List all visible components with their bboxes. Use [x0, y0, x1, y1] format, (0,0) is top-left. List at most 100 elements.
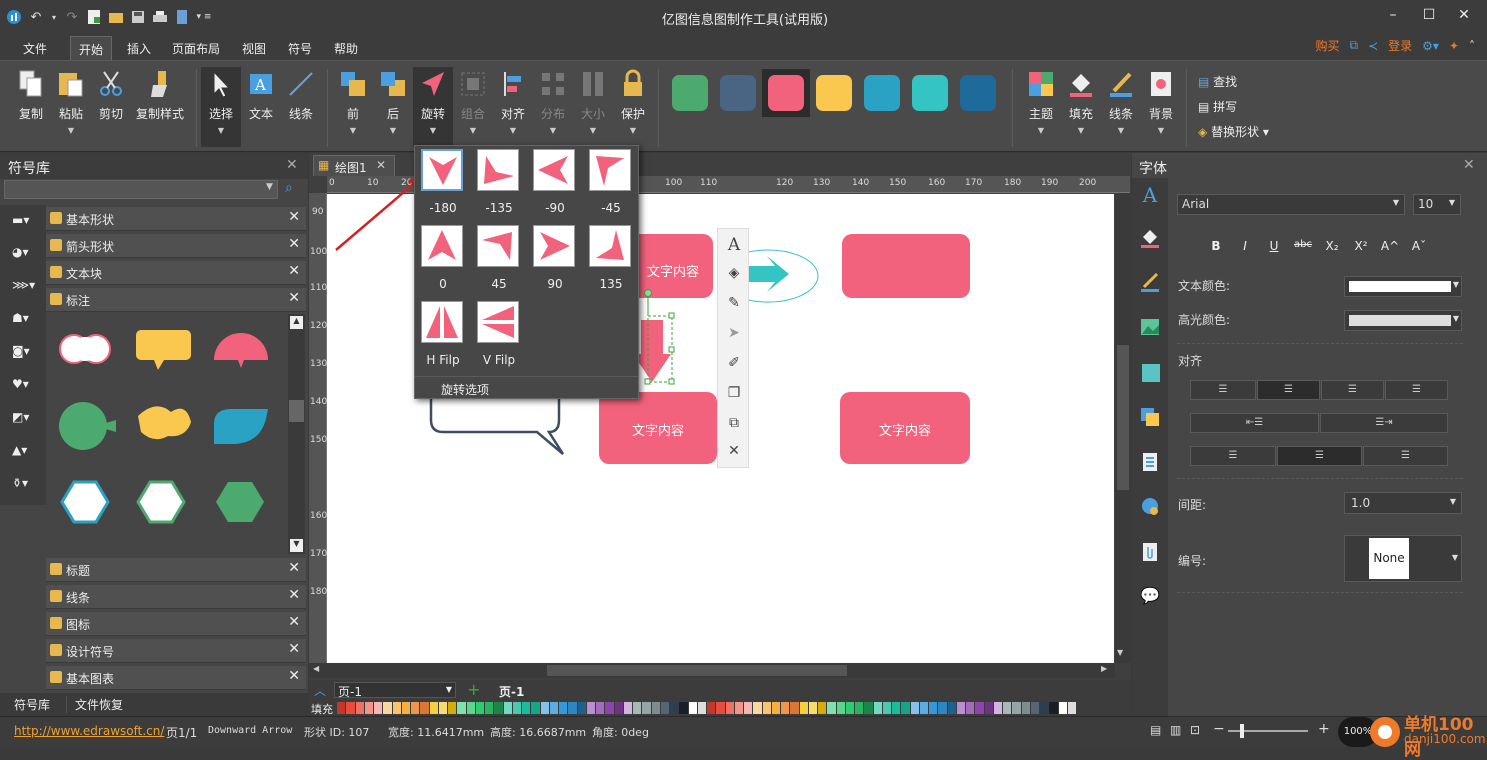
- settings-gear-icon[interactable]: ⚙▾: [1422, 39, 1439, 53]
- bring-front-button[interactable]: 前 ▼: [333, 67, 373, 147]
- library-lines[interactable]: 线条 ✕: [46, 585, 306, 609]
- close-right-panel-icon[interactable]: ✕: [1463, 157, 1475, 173]
- copy-button[interactable]: 复制: [11, 67, 51, 147]
- palette-color-cell[interactable]: [697, 702, 707, 714]
- line-tool-button[interactable]: 线条: [281, 67, 321, 147]
- find-button[interactable]: ▤ 查找: [1198, 73, 1237, 90]
- paste-button[interactable]: 粘贴 ▼: [51, 67, 91, 147]
- color-swatch-green[interactable]: [672, 75, 708, 111]
- category-camera-icon[interactable]: ◙▾: [12, 344, 42, 358]
- highlight-color-picker[interactable]: ▼: [1344, 310, 1462, 331]
- undo-icon[interactable]: ↶: [28, 9, 44, 25]
- palette-color-cell[interactable]: [633, 702, 643, 714]
- select-dropdown-icon[interactable]: ▼: [201, 126, 241, 135]
- font-panel-icon[interactable]: A: [1139, 183, 1161, 207]
- palette-color-cell[interactable]: [623, 702, 633, 714]
- protect-dropdown-icon[interactable]: ▼: [613, 126, 653, 135]
- cloud-callout-shape[interactable]: [59, 334, 111, 364]
- palette-color-cell[interactable]: [799, 702, 809, 714]
- grow-font-button[interactable]: A^: [1380, 239, 1400, 253]
- palette-color-cell[interactable]: [781, 702, 791, 714]
- redo-icon[interactable]: ↷: [64, 9, 80, 25]
- palette-color-cell[interactable]: [642, 702, 652, 714]
- color-swatch-pink[interactable]: [768, 75, 804, 111]
- rotate-90-option[interactable]: [533, 225, 575, 267]
- line-style-button[interactable]: 线条 ▼: [1101, 67, 1141, 147]
- close-library-icon[interactable]: ✕: [288, 209, 300, 225]
- rotate-45-option[interactable]: [477, 225, 519, 267]
- library-text-blocks[interactable]: 文本块 ✕: [46, 261, 306, 285]
- downward-arrow-shape[interactable]: [633, 289, 675, 385]
- line-panel-icon[interactable]: [1139, 271, 1161, 293]
- layer-panel-icon[interactable]: [1139, 406, 1161, 428]
- palette-color-cell[interactable]: [401, 702, 411, 714]
- palette-color-cell[interactable]: [466, 702, 476, 714]
- palette-color-cell[interactable]: [966, 702, 976, 714]
- rotate-minus-135-option[interactable]: [477, 149, 519, 191]
- rotate-pointer-icon[interactable]: ➤: [724, 325, 744, 345]
- font-family-select[interactable]: Arial ▼: [1177, 194, 1405, 215]
- hscroll-right-icon[interactable]: ▶: [1101, 664, 1107, 673]
- close-window-button[interactable]: ✕: [1447, 4, 1481, 28]
- category-heart-icon[interactable]: ♥▾: [12, 377, 42, 391]
- palette-color-cell[interactable]: [855, 702, 865, 714]
- fill-panel-icon[interactable]: [1139, 227, 1161, 249]
- category-person-icon[interactable]: ☗▾: [12, 311, 42, 325]
- palette-color-cell[interactable]: [1040, 702, 1050, 714]
- palette-color-cell[interactable]: [383, 702, 393, 714]
- fill-bucket-icon[interactable]: ◈: [724, 265, 744, 285]
- flip-horizontal-option[interactable]: [421, 301, 463, 343]
- palette-color-cell[interactable]: [744, 702, 754, 714]
- text-tool-button[interactable]: A 文本: [241, 67, 281, 147]
- distribute-dropdown-icon[interactable]: ▼: [533, 126, 573, 135]
- line-pen-icon[interactable]: ✎: [724, 295, 744, 315]
- attachment-panel-icon[interactable]: [1139, 541, 1161, 563]
- decrease-indent-button[interactable]: ⇤☰: [1190, 413, 1319, 433]
- view-page-icon[interactable]: ▥: [1170, 723, 1181, 737]
- zoom-out-icon[interactable]: −: [1213, 721, 1225, 737]
- palette-color-cell[interactable]: [771, 702, 781, 714]
- align-center-button[interactable]: ☰: [1257, 380, 1320, 400]
- numbering-select[interactable]: None ▼: [1344, 535, 1462, 582]
- scroll-thumb[interactable]: [289, 400, 304, 422]
- add-page-icon[interactable]: +: [467, 680, 480, 699]
- palette-color-cell[interactable]: [827, 702, 837, 714]
- palette-color-cell[interactable]: [660, 702, 670, 714]
- collapse-ribbon-icon[interactable]: ˄: [1469, 39, 1475, 53]
- zoom-slider-handle[interactable]: [1240, 724, 1244, 738]
- rotate-minus-45-option[interactable]: [589, 149, 631, 191]
- theme-button[interactable]: 主题 ▼: [1021, 67, 1061, 147]
- palette-color-cell[interactable]: [725, 702, 735, 714]
- palette-color-cell[interactable]: [707, 702, 717, 714]
- spell-button[interactable]: ▤ 拼写: [1198, 98, 1237, 115]
- color-palette[interactable]: [337, 702, 1077, 714]
- rotate-0-option[interactable]: [421, 225, 463, 267]
- palette-color-cell[interactable]: [364, 702, 374, 714]
- skin-icon[interactable]: ✦: [1449, 39, 1459, 53]
- palette-color-cell[interactable]: [420, 702, 430, 714]
- underline-button[interactable]: U: [1264, 239, 1284, 253]
- share-icon[interactable]: ≺: [1368, 39, 1378, 53]
- front-dropdown-icon[interactable]: ▼: [333, 126, 373, 135]
- palette-color-cell[interactable]: [929, 702, 939, 714]
- palette-color-cell[interactable]: [438, 702, 448, 714]
- minimize-button[interactable]: –: [1376, 4, 1410, 28]
- palette-color-cell[interactable]: [892, 702, 902, 714]
- increase-indent-button[interactable]: ☰⇥: [1320, 413, 1448, 433]
- pink-box-top-right[interactable]: [842, 234, 970, 298]
- rotate-options-item[interactable]: 旋转选项: [441, 381, 489, 398]
- category-pie-icon[interactable]: ◕▾: [12, 245, 42, 259]
- strikethrough-button[interactable]: abc: [1293, 239, 1313, 253]
- palette-color-cell[interactable]: [873, 702, 883, 714]
- website-link[interactable]: http://www.edrawsoft.cn/: [14, 724, 164, 738]
- palette-color-cell[interactable]: [901, 702, 911, 714]
- palette-color-cell[interactable]: [762, 702, 772, 714]
- palette-color-cell[interactable]: [346, 702, 356, 714]
- scroll-down-icon[interactable]: ▼: [290, 539, 303, 552]
- library-scrollbar[interactable]: ▲ ▼: [288, 314, 305, 554]
- background-button[interactable]: 背景 ▼: [1141, 67, 1181, 147]
- palette-color-cell[interactable]: [457, 702, 467, 714]
- palette-color-cell[interactable]: [355, 702, 365, 714]
- menu-file[interactable]: 文件: [15, 38, 55, 59]
- palette-color-cell[interactable]: [411, 702, 421, 714]
